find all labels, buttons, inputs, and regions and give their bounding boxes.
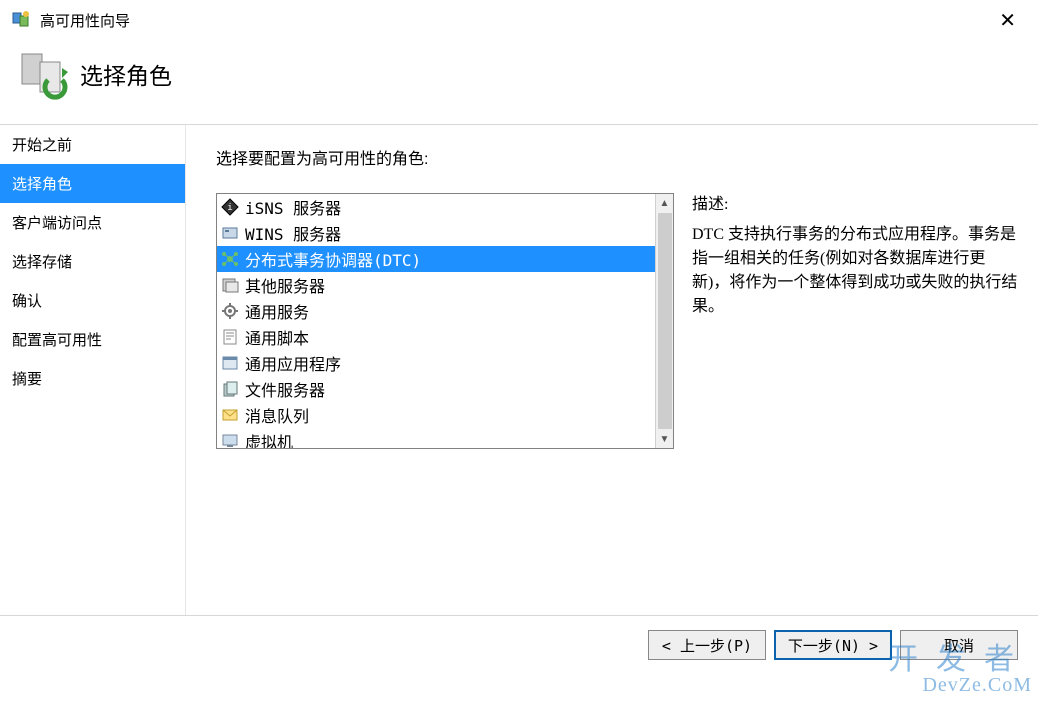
- role-item-label: 分布式事务协调器(DTC): [245, 247, 421, 271]
- role-item-file[interactable]: 文件服务器: [217, 376, 655, 402]
- sidebar-step-6[interactable]: 摘要: [0, 359, 185, 398]
- svg-text:i: i: [227, 203, 232, 213]
- description-title: 描述:: [692, 193, 1018, 217]
- sidebar-step-0[interactable]: 开始之前: [0, 125, 185, 164]
- instruction-text: 选择要配置为高可用性的角色:: [216, 145, 1018, 169]
- role-item-isns[interactable]: i iSNS 服务器: [217, 194, 655, 220]
- role-item-label: 通用服务: [245, 299, 309, 323]
- role-item-dtc[interactable]: 分布式事务协调器(DTC): [217, 246, 655, 272]
- cancel-button[interactable]: 取消: [900, 630, 1018, 660]
- dtc-icon: [221, 250, 239, 268]
- scroll-down-icon[interactable]: ▼: [656, 430, 673, 448]
- role-item-queue[interactable]: 消息队列: [217, 402, 655, 428]
- role-listbox[interactable]: iiSNS 服务器WINS 服务器分布式事务协调器(DTC)其他服务器通用服务通…: [216, 193, 674, 449]
- close-button[interactable]: ✕: [989, 4, 1026, 37]
- scroll-thumb[interactable]: [658, 213, 672, 429]
- wizard-icon: [12, 10, 32, 30]
- role-item-label: iSNS 服务器: [245, 195, 341, 219]
- sidebar-step-3[interactable]: 选择存储: [0, 242, 185, 281]
- scroll-up-icon[interactable]: ▲: [656, 194, 673, 212]
- role-item-other[interactable]: 其他服务器: [217, 272, 655, 298]
- role-item-app[interactable]: 通用应用程序: [217, 350, 655, 376]
- window-title: 高可用性向导: [40, 10, 989, 31]
- description-body: DTC 支持执行事务的分布式应用程序。事务是指一组相关的任务(例如对各数据库进行…: [692, 223, 1018, 319]
- other-icon: [221, 276, 239, 294]
- page-header-icon: [18, 48, 70, 100]
- role-item-label: WINS 服务器: [245, 221, 341, 245]
- script-icon: [221, 328, 239, 346]
- role-item-label: 虚拟机: [245, 429, 293, 448]
- description-panel: 描述: DTC 支持执行事务的分布式应用程序。事务是指一组相关的任务(例如对各数…: [692, 193, 1018, 449]
- wins-icon: [221, 224, 239, 242]
- vm-icon: [221, 432, 239, 448]
- role-item-label: 通用脚本: [245, 325, 309, 349]
- queue-icon: [221, 406, 239, 424]
- role-item-label: 消息队列: [245, 403, 309, 427]
- role-item-wins[interactable]: WINS 服务器: [217, 220, 655, 246]
- page-title: 选择角色: [80, 57, 172, 91]
- next-button[interactable]: 下一步(N) >: [774, 630, 892, 660]
- gear-icon: [221, 302, 239, 320]
- previous-button[interactable]: < 上一步(P): [648, 630, 766, 660]
- role-item-label: 通用应用程序: [245, 351, 341, 375]
- wizard-steps-sidebar: 开始之前选择角色客户端访问点选择存储确认配置高可用性摘要: [0, 125, 186, 615]
- sidebar-step-1[interactable]: 选择角色: [0, 164, 185, 203]
- sidebar-step-5[interactable]: 配置高可用性: [0, 320, 185, 359]
- listbox-scrollbar[interactable]: ▲ ▼: [655, 194, 673, 448]
- role-item-vm[interactable]: 虚拟机: [217, 428, 655, 448]
- role-item-gear[interactable]: 通用服务: [217, 298, 655, 324]
- file-icon: [221, 380, 239, 398]
- role-item-script[interactable]: 通用脚本: [217, 324, 655, 350]
- isns-icon: i: [221, 198, 239, 216]
- sidebar-step-2[interactable]: 客户端访问点: [0, 203, 185, 242]
- app-icon: [221, 354, 239, 372]
- role-item-label: 其他服务器: [245, 273, 325, 297]
- sidebar-step-4[interactable]: 确认: [0, 281, 185, 320]
- role-item-label: 文件服务器: [245, 377, 325, 401]
